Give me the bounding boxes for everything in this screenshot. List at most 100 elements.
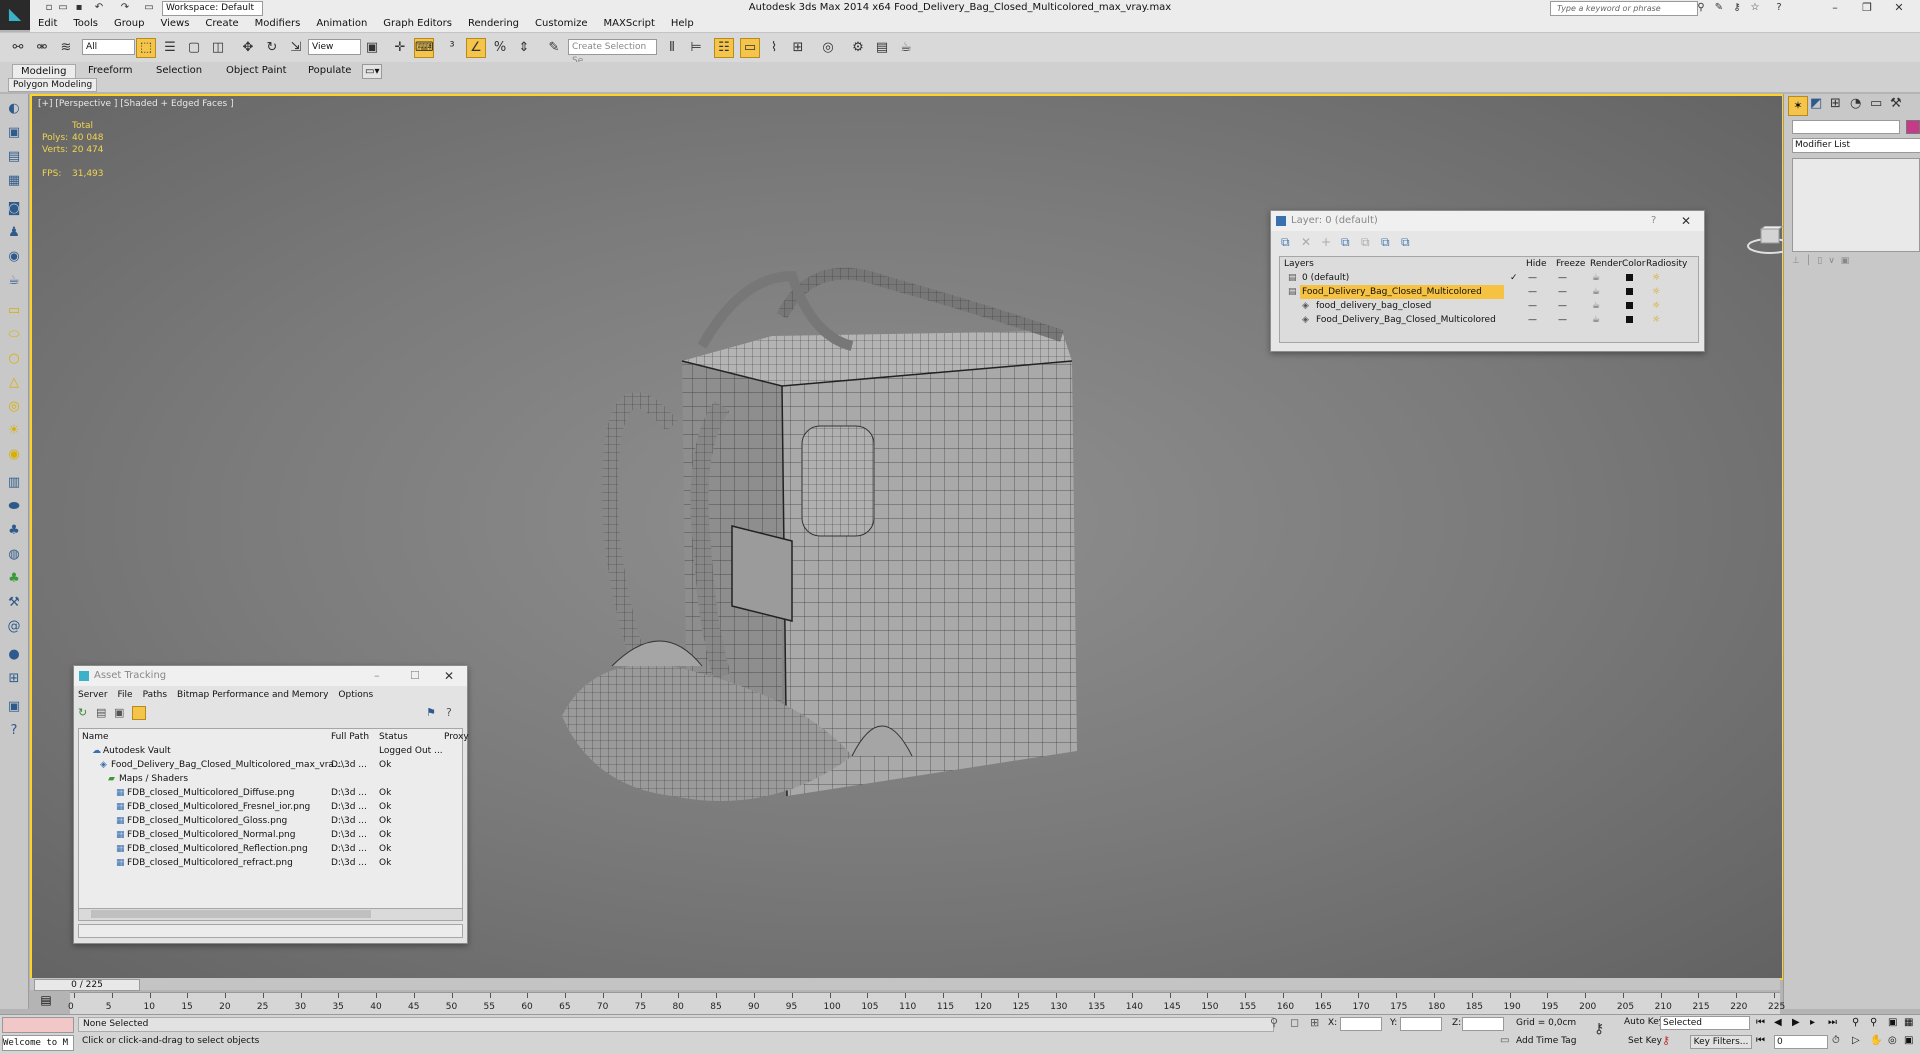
foliage-tool-icon[interactable]: ♣ — [5, 522, 23, 540]
asset-full-path[interactable]: D:\3d ... — [331, 828, 367, 842]
freeze-toggle[interactable]: — — [1558, 285, 1567, 299]
help-icon[interactable]: ? — [1651, 211, 1656, 231]
radiosity-icon[interactable]: ☼ — [1652, 299, 1660, 313]
horizontal-scrollbar[interactable] — [78, 908, 463, 921]
freeze-toggle[interactable]: — — [1558, 313, 1567, 327]
field-of-view-icon[interactable]: ▷ — [1852, 1035, 1860, 1046]
hide-toggle[interactable]: — — [1528, 313, 1537, 327]
object-name-input[interactable] — [1792, 120, 1900, 134]
asset-row[interactable]: ▦ FDB_closed_Multicolored_refract.png D:\3… — [78, 856, 461, 870]
asset-name[interactable]: Food_Delivery_Bag_Closed_Multicolored_ma… — [111, 758, 343, 772]
layer-explorer-icon[interactable]: ☷ — [714, 38, 734, 58]
asset-full-path[interactable]: D:\3d ... — [331, 758, 367, 772]
render-teapot-icon[interactable]: ☕ — [1592, 313, 1600, 327]
percent-snap-icon[interactable]: % — [490, 38, 510, 58]
hierarchy-tool-icon[interactable]: ⊞ — [5, 670, 23, 688]
table-view-icon[interactable]: ▤ — [96, 706, 106, 719]
bind-space-warp-icon[interactable]: ≋ — [56, 38, 76, 58]
key-filters-button[interactable]: Key Filters... — [1690, 1035, 1752, 1049]
next-frame-icon[interactable]: ▸ — [1810, 1017, 1815, 1028]
asset-row[interactable]: ☁ Autodesk Vault Logged Out ... — [78, 744, 461, 758]
layer-name[interactable]: Food_Delivery_Bag_Closed_Multicolored — [1300, 285, 1504, 299]
camera-view-icon[interactable]: ▣ — [5, 698, 23, 716]
asset-full-path[interactable]: D:\3d ... — [331, 856, 367, 870]
globe-tool-icon[interactable]: ◍ — [5, 546, 23, 564]
target-tool-icon[interactable]: ◉ — [5, 446, 23, 464]
tube-tool-icon[interactable]: ◉ — [5, 248, 23, 266]
hierarchy-tab-icon[interactable]: ⊞ — [1830, 96, 1841, 111]
set-key-button[interactable]: Set Key — [1628, 1036, 1662, 1046]
layer-name[interactable]: 0 (default) — [1300, 271, 1351, 285]
mirror-icon[interactable]: ⫴ — [662, 38, 682, 58]
layer-row[interactable]: ◈ food_delivery_bag_closed — — ☕ ☼ — [1280, 299, 1698, 313]
transform-mode-icon[interactable]: ⊞ — [1310, 1016, 1319, 1029]
object-color-swatch[interactable] — [1906, 120, 1920, 134]
vault-icon[interactable]: ⚑ — [426, 706, 436, 719]
spiral-tool-icon[interactable]: @ — [5, 618, 23, 636]
rotate-icon[interactable]: ↻ — [262, 38, 282, 58]
stairs-tool-icon[interactable]: ▥ — [5, 474, 23, 492]
table-tool-icon[interactable]: ▦ — [5, 172, 23, 190]
menu-views[interactable]: Views — [152, 16, 197, 32]
lock-icon[interactable]: ⚲ — [1270, 1016, 1278, 1029]
asset-name[interactable]: FDB_closed_Multicolored_Gloss.png — [127, 814, 287, 828]
menu-graph-editors[interactable]: Graph Editors — [375, 16, 460, 32]
column-render[interactable]: Render — [1590, 259, 1622, 269]
tab-freeform[interactable]: Freeform — [80, 64, 141, 77]
edit-named-selection-icon[interactable]: ✎ — [544, 38, 564, 58]
ribbon-options-icon[interactable]: ▭▾ — [362, 64, 383, 79]
key-mode-dropdown[interactable]: Selected — [1660, 1016, 1750, 1030]
align-icon[interactable]: ⊨ — [686, 38, 706, 58]
radiosity-icon[interactable]: ☼ — [1652, 285, 1660, 299]
viewport-label[interactable]: [+] [Perspective ] [Shaded + Edged Faces… — [38, 99, 234, 109]
layer-row[interactable]: ▤ 0 (default) ✓ — — ☕ ☼ — [1280, 271, 1698, 285]
tab-polygon-modeling[interactable]: Polygon Modeling — [8, 78, 98, 92]
star-icon[interactable]: ☆ — [1748, 2, 1762, 14]
tree-view-icon[interactable] — [132, 706, 146, 720]
hide-toggle[interactable]: — — [1528, 285, 1537, 299]
asset-full-path[interactable]: D:\3d ... — [331, 842, 367, 856]
menu-animation[interactable]: Animation — [308, 16, 375, 32]
open-file-icon[interactable]: ▭ — [56, 2, 70, 14]
hide-toggle[interactable]: — — [1528, 271, 1537, 285]
zoom-icon[interactable]: ⚲ — [1852, 1017, 1859, 1028]
key-mode-toggle-icon[interactable]: ⏮ — [1756, 1035, 1765, 1046]
asset-tracking-titlebar[interactable]: Asset Tracking – ☐ ✕ — [74, 666, 467, 686]
help-circle-icon[interactable]: ? — [5, 722, 23, 740]
asset-full-path[interactable]: D:\3d ... — [331, 814, 367, 828]
menu-edit[interactable]: Edit — [30, 16, 65, 32]
modifier-stack[interactable] — [1792, 158, 1920, 252]
track-bar[interactable]: 0 5 10 15 20 25 30 35 40 45 50 55 60 65 70 75 80 85 90 95 10… — [68, 992, 1785, 1015]
create-tab-icon[interactable]: ✶ — [1788, 96, 1808, 116]
tab-populate[interactable]: Populate — [300, 64, 359, 77]
layer-color-swatch[interactable] — [1626, 316, 1633, 323]
camera-tool-icon[interactable]: ◙ — [5, 200, 23, 218]
asset-row[interactable]: ▦ FDB_closed_Multicolored_Normal.png D:\3d… — [78, 828, 461, 842]
select-in-layer-icon[interactable]: ⧉ — [1341, 235, 1350, 250]
radiosity-icon[interactable]: ☼ — [1652, 313, 1660, 327]
minimize-button[interactable]: – — [1820, 0, 1850, 16]
layer-dialog-close-icon[interactable]: ✕ — [1681, 211, 1691, 231]
freeze-toggle[interactable]: — — [1558, 271, 1567, 285]
time-config-icon[interactable]: ⏱ — [1832, 1035, 1840, 1046]
column-radiosity[interactable]: Radiosity — [1646, 259, 1687, 269]
asset-row[interactable]: ◈ Food_Delivery_Bag_Closed_Multicolored_m… — [78, 758, 461, 772]
zoom-extents-all-icon[interactable]: ▦ — [1904, 1017, 1913, 1028]
sphere-tool-icon[interactable]: ◐ — [5, 100, 23, 118]
render-production-icon[interactable]: ☕ — [896, 38, 916, 58]
schematic-view-icon[interactable]: ⊞ — [788, 38, 808, 58]
hammer-tool-icon[interactable]: ⚒ — [5, 594, 23, 612]
asset-help-icon[interactable]: ? — [446, 706, 452, 719]
mini-curve-editor-icon[interactable]: ▤ — [36, 993, 56, 1011]
hide-toggle[interactable]: — — [1528, 299, 1537, 313]
asset-menu-paths[interactable]: Paths — [143, 688, 167, 702]
undo-icon[interactable]: ↶ — [92, 2, 106, 14]
time-slider-track[interactable] — [30, 978, 1780, 990]
refresh-icon[interactable]: ↻ — [78, 706, 87, 719]
set-key-icon[interactable]: ⚷ — [1662, 1034, 1670, 1047]
zoom-extents-icon[interactable]: ▣ — [1888, 1017, 1897, 1028]
pan-icon[interactable]: ✋ — [1870, 1035, 1882, 1046]
go-to-start-icon[interactable]: ⏮ — [1756, 1017, 1765, 1028]
asset-name[interactable]: FDB_closed_Multicolored_Normal.png — [127, 828, 295, 842]
bag-wireframe-model[interactable] — [552, 196, 1252, 846]
